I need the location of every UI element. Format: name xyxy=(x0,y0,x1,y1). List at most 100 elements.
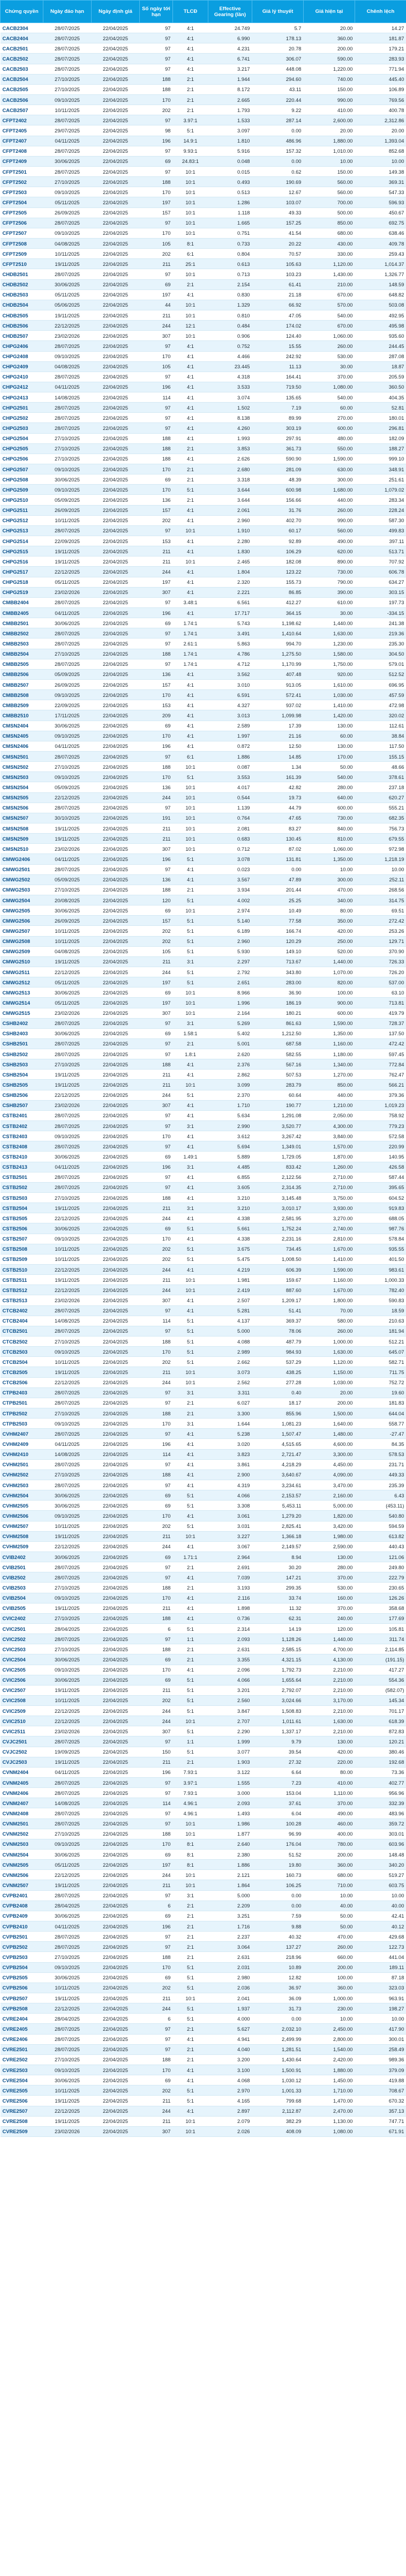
cell-days-to-maturity: 170 xyxy=(139,1346,173,1357)
cell-warrant-code: CMSN2509 xyxy=(0,833,43,844)
cell-warrant-code: CSTB2501 xyxy=(0,1172,43,1183)
table-row: CHPG2519 23/02/2026 22/04/2025 307 4:1 2.221 8… xyxy=(0,587,406,598)
table-row: CMWG2502 05/09/2025 22/04/2025 136 4:1 3.567 4… xyxy=(0,874,406,885)
cell-effective-gearing: 1.810 xyxy=(208,136,252,146)
cell-warrant-code: CSTB2408 xyxy=(0,1141,43,1152)
cell-warrant-code: CVRE2509 xyxy=(0,2126,43,2137)
cell-valuation-date: 22/04/2025 xyxy=(91,1562,140,1573)
cell-days-to-maturity: 170 xyxy=(139,1962,173,1973)
cell-warrant-code: CSTB2512 xyxy=(0,1285,43,1296)
cell-difference: 670.32 xyxy=(355,2095,406,2106)
table-row: CFPT2510 19/11/2025 22/04/2025 211 25:1 0.613… xyxy=(0,258,406,270)
cell-maturity-date: 28/07/2025 xyxy=(43,1562,92,1573)
cell-days-to-maturity: 69 xyxy=(139,2075,173,2086)
cell-theoretical-price: 937.02 xyxy=(252,700,304,711)
cell-maturity-date: 28/07/2025 xyxy=(43,1018,92,1029)
cell-maturity-date: 28/07/2025 xyxy=(43,2023,92,2035)
cell-conversion-ratio: 10:1 xyxy=(172,1880,208,1891)
cell-effective-gearing: 3.077 xyxy=(208,1747,252,1757)
cell-difference: 320.02 xyxy=(355,710,406,721)
cell-difference: 935.60 xyxy=(355,330,406,342)
cell-valuation-date: 22/04/2025 xyxy=(91,1151,140,1162)
cell-maturity-date: 19/11/2025 xyxy=(43,1202,92,1214)
cell-effective-gearing: 1.329 xyxy=(208,300,252,310)
cell-warrant-code: CVRE2504 xyxy=(0,2075,43,2086)
cell-valuation-date: 22/04/2025 xyxy=(91,505,140,516)
cell-maturity-date: 28/04/2025 xyxy=(43,2013,92,2024)
cell-valuation-date: 22/04/2025 xyxy=(91,1223,140,1234)
cell-current-price: 1,710.00 xyxy=(303,2085,355,2096)
cell-days-to-maturity: 307 xyxy=(139,1100,173,1111)
cell-theoretical-price: 2,149.57 xyxy=(252,1541,304,1552)
cell-conversion-ratio: 4:1 xyxy=(172,566,208,577)
cell-days-to-maturity: 69 xyxy=(139,1849,173,1860)
cell-current-price: 1,820.00 xyxy=(303,1510,355,1521)
cell-days-to-maturity: 97 xyxy=(139,525,173,537)
cell-conversion-ratio: 3:1 xyxy=(172,956,208,967)
cell-difference: 155.15 xyxy=(355,751,406,762)
cell-maturity-date: 27/10/2025 xyxy=(43,885,92,895)
cell-conversion-ratio: 2:1 xyxy=(172,885,208,895)
cell-difference: 397.11 xyxy=(355,536,406,547)
table-row: CSTB2513 23/02/2026 22/04/2025 307 4:1 2.507 1… xyxy=(0,1295,406,1306)
cell-difference: 999.10 xyxy=(355,454,406,465)
table-row: CSTB2503 27/10/2025 22/04/2025 188 4:1 3.210 3… xyxy=(0,1192,406,1204)
cell-effective-gearing: 0.733 xyxy=(208,238,252,249)
cell-days-to-maturity: 202 xyxy=(139,1695,173,1706)
cell-warrant-code: CMSN2507 xyxy=(0,813,43,823)
cell-maturity-date: 28/07/2025 xyxy=(43,1941,92,1953)
cell-current-price: 680.00 xyxy=(303,228,355,239)
cell-theoretical-price: 51.52 xyxy=(252,1849,304,1860)
cell-warrant-code: CVRE2406 xyxy=(0,2034,43,2045)
cell-difference: 989.36 xyxy=(355,2054,406,2065)
cell-current-price: 10.00 xyxy=(303,1890,355,1901)
table-row: CVHM2410 14/08/2025 22/04/2025 114 4:1 3.823 2… xyxy=(0,1449,406,1460)
cell-maturity-date: 28/07/2025 xyxy=(43,43,92,54)
cell-effective-gearing: 5.000 xyxy=(208,1890,252,1901)
table-row: CVRE2509 23/02/2026 22/04/2025 307 10:1 2.026… xyxy=(0,2126,406,2137)
cell-conversion-ratio: 1.74:1 xyxy=(172,659,208,670)
cell-days-to-maturity: 153 xyxy=(139,536,173,547)
cell-effective-gearing: 4.066 xyxy=(208,1675,252,1686)
table-row: CSHB2506 22/12/2025 22/04/2025 244 5:1 2.370 6… xyxy=(0,1090,406,1101)
table-row: CVIC2402 27/10/2025 22/04/2025 188 4:1 0.736 6… xyxy=(0,1613,406,1624)
cell-effective-gearing: 3.318 xyxy=(208,474,252,485)
cell-difference: 197.73 xyxy=(355,597,406,608)
cell-difference: 380.46 xyxy=(355,1747,406,1757)
cell-effective-gearing: 2.036 xyxy=(208,1983,252,1994)
cell-warrant-code: CFPT2409 xyxy=(0,156,43,167)
cell-effective-gearing: 3.020 xyxy=(208,1438,252,1450)
cell-conversion-ratio: 4:1 xyxy=(172,1665,208,1675)
table-row: CFPT2508 04/08/2025 22/04/2025 105 8:1 0.733 2… xyxy=(0,238,406,249)
cell-maturity-date: 14/08/2025 xyxy=(43,1449,92,1460)
cell-valuation-date: 22/04/2025 xyxy=(91,2044,140,2055)
table-row: CTPB2503 09/10/2025 22/04/2025 170 3:1 1.644 1… xyxy=(0,1418,406,1429)
cell-theoretical-price: 147.21 xyxy=(252,1572,304,1583)
cell-effective-gearing: 2.651 xyxy=(208,977,252,988)
cell-valuation-date: 22/04/2025 xyxy=(91,53,140,64)
cell-conversion-ratio: 1.58:1 xyxy=(172,1028,208,1039)
cell-maturity-date: 28/07/2025 xyxy=(43,864,92,875)
cell-effective-gearing: 0.751 xyxy=(208,228,252,239)
cell-difference: 620.27 xyxy=(355,792,406,803)
cell-conversion-ratio: 8:1 xyxy=(172,1849,208,1860)
table-row: CSTB2403 09/10/2025 22/04/2025 170 4:1 3.612 3… xyxy=(0,1131,406,1142)
table-row: CVHM2507 10/11/2025 22/04/2025 202 5:1 3.031 2… xyxy=(0,1521,406,1532)
cell-days-to-maturity: 244 xyxy=(139,2003,173,2014)
cell-theoretical-price: 364.15 xyxy=(252,607,304,619)
cell-maturity-date: 19/11/2025 xyxy=(43,546,92,557)
cell-valuation-date: 22/04/2025 xyxy=(91,1767,140,1778)
cell-effective-gearing: 0.906 xyxy=(208,330,252,342)
cell-days-to-maturity: 197 xyxy=(139,997,173,1008)
cell-valuation-date: 22/04/2025 xyxy=(91,1079,140,1090)
cell-current-price: 3,270.00 xyxy=(303,1213,355,1224)
cell-effective-gearing: 3.013 xyxy=(208,710,252,721)
cell-conversion-ratio: 5:1 xyxy=(172,1972,208,1983)
cell-days-to-maturity: 153 xyxy=(139,700,173,711)
cell-difference: 417.90 xyxy=(355,2023,406,2035)
cell-valuation-date: 22/04/2025 xyxy=(91,74,140,85)
cell-theoretical-price: 1.34 xyxy=(252,761,304,773)
cell-current-price: 1,340.00 xyxy=(303,1059,355,1070)
cell-valuation-date: 22/04/2025 xyxy=(91,361,140,372)
cell-difference: 503.08 xyxy=(355,300,406,310)
